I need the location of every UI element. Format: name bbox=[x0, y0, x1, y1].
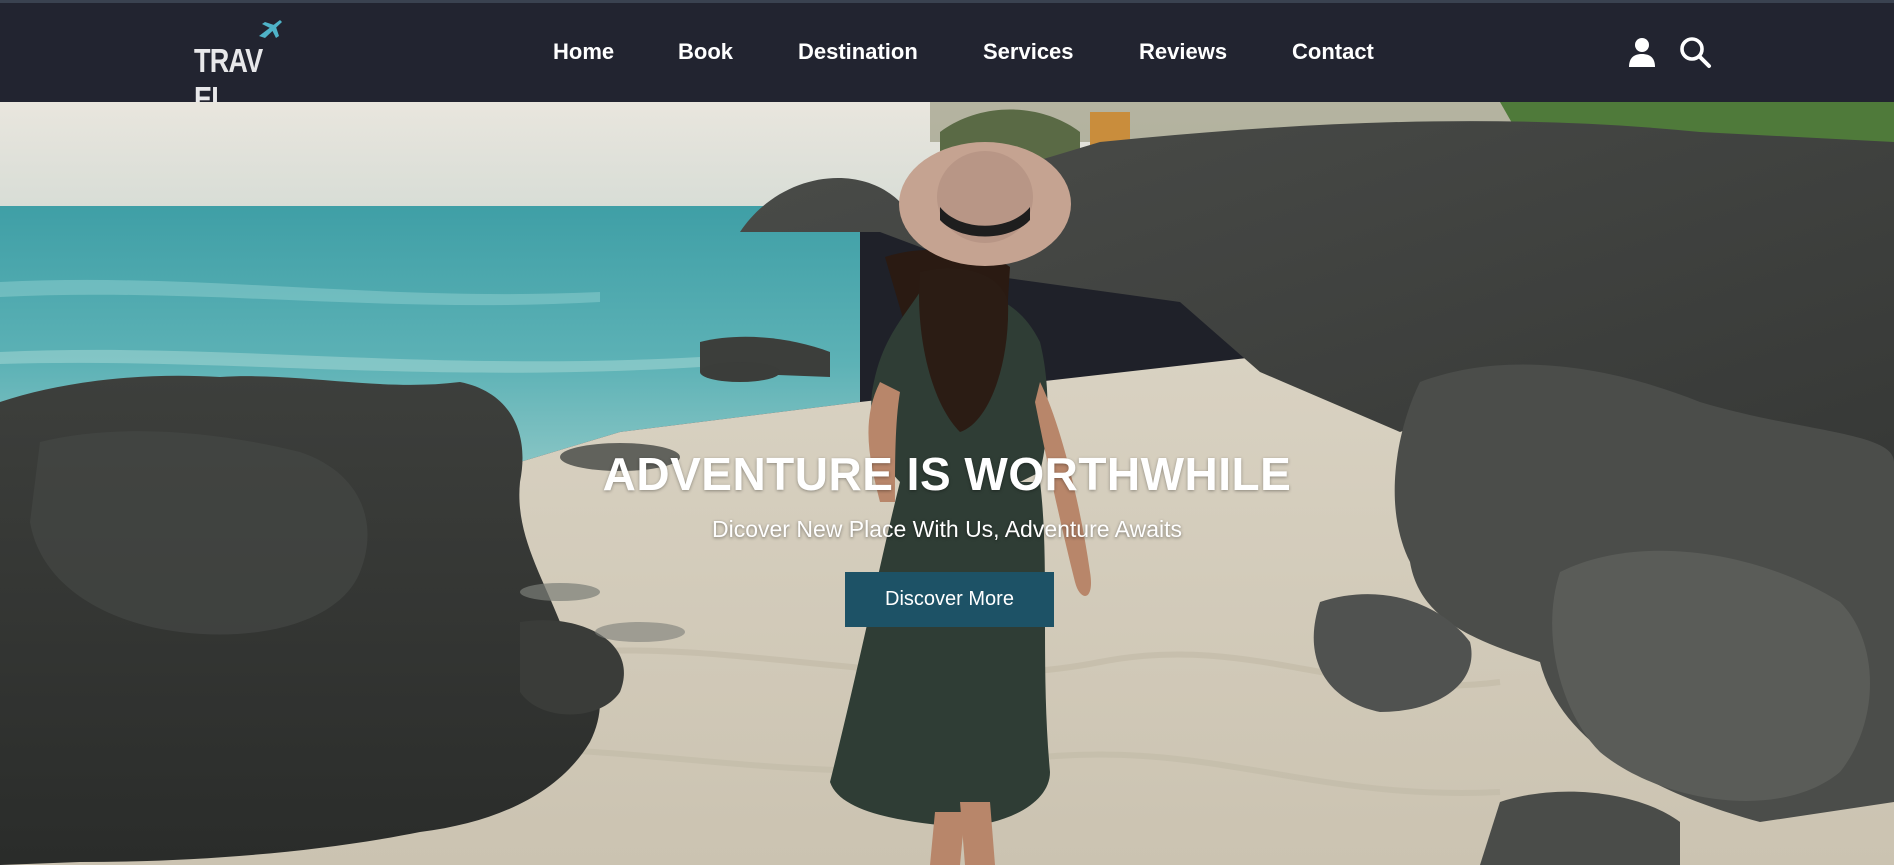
hero-section: ADVENTURE IS WORTHWHILE Dicover New Plac… bbox=[0, 102, 1894, 865]
site-header: TRAV EL Home Book Destination Services R… bbox=[0, 3, 1894, 117]
main-nav: Home Book Destination Services Reviews C… bbox=[0, 3, 1894, 102]
nav-home[interactable]: Home bbox=[553, 39, 614, 65]
nav-reviews[interactable]: Reviews bbox=[1139, 39, 1227, 65]
hero-title: ADVENTURE IS WORTHWHILE bbox=[602, 448, 1292, 500]
nav-destination[interactable]: Destination bbox=[798, 39, 918, 65]
search-icon[interactable] bbox=[1678, 35, 1712, 69]
hero-subtitle: Dicover New Place With Us, Adventure Awa… bbox=[712, 516, 1182, 542]
nav-contact[interactable]: Contact bbox=[1292, 39, 1374, 65]
nav-book[interactable]: Book bbox=[678, 39, 733, 65]
nav-services[interactable]: Services bbox=[983, 39, 1074, 65]
user-icon[interactable] bbox=[1625, 35, 1659, 69]
discover-more-button[interactable]: Discover More bbox=[845, 572, 1054, 627]
